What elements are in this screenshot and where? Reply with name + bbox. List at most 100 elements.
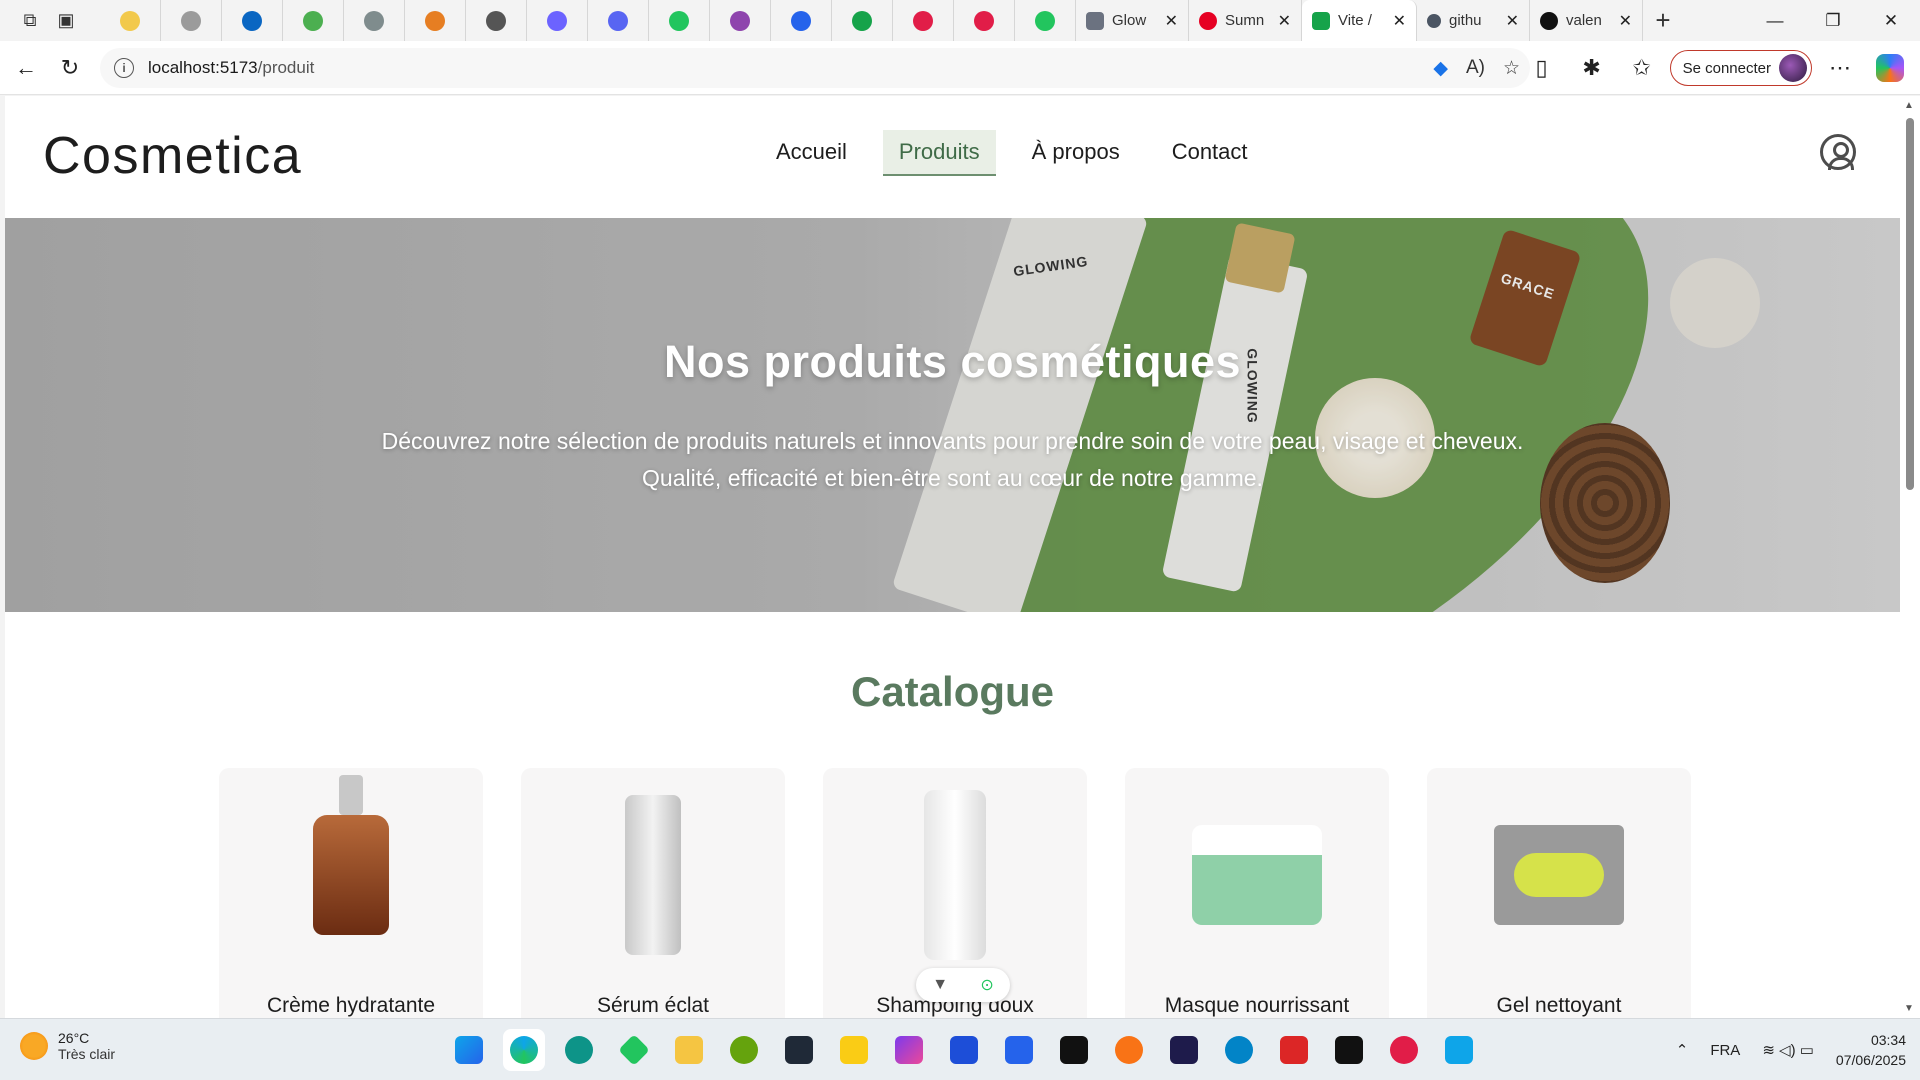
url-path: /produit bbox=[257, 58, 315, 77]
weather-widget[interactable]: 26°C Très clair bbox=[20, 1030, 115, 1062]
pinned-tab[interactable] bbox=[832, 0, 893, 41]
user-account-icon[interactable] bbox=[1820, 134, 1856, 170]
tab-label: valen bbox=[1566, 12, 1602, 29]
nav-accueil[interactable]: Accueil bbox=[760, 130, 863, 176]
workspaces-icon[interactable]: ⧉ bbox=[18, 9, 42, 33]
pinned-tab[interactable] bbox=[466, 0, 527, 41]
more-menu-icon[interactable]: ⋯ bbox=[1818, 46, 1862, 90]
product-card[interactable]: Gel nettoyant bbox=[1427, 768, 1691, 1018]
product-card[interactable]: Masque nourrissant bbox=[1125, 768, 1389, 1018]
tab-1[interactable]: Sumn ✕ bbox=[1189, 0, 1302, 41]
vscode-icon[interactable] bbox=[1438, 1029, 1480, 1071]
edge-blue-icon[interactable] bbox=[1218, 1029, 1260, 1071]
new-tab-button[interactable]: + bbox=[1643, 0, 1683, 41]
pinned-tab[interactable] bbox=[283, 0, 344, 41]
inspect-target-icon[interactable]: ⊙ bbox=[980, 975, 993, 995]
pinned-tab[interactable] bbox=[527, 0, 588, 41]
scrollbar-thumb[interactable] bbox=[1906, 118, 1914, 490]
pinned-tab-favicon-icon bbox=[913, 10, 933, 31]
read-aloud-icon[interactable]: A) bbox=[1466, 57, 1485, 79]
media-app-icon[interactable] bbox=[778, 1029, 820, 1071]
split-screen-icon[interactable]: ▯ bbox=[1520, 46, 1564, 90]
close-window-icon[interactable]: ✕ bbox=[1862, 0, 1920, 41]
pinned-tab[interactable] bbox=[710, 0, 771, 41]
start-icon[interactable] bbox=[448, 1029, 490, 1071]
pinned-tab[interactable] bbox=[344, 0, 405, 41]
hero-banner: GLOWING GLOWING GRACE Nos produits cosmé… bbox=[5, 218, 1900, 612]
clock[interactable]: 03:34 07/06/2025 bbox=[1836, 1030, 1906, 1070]
cloud-app-icon[interactable] bbox=[723, 1029, 765, 1071]
refresh-icon[interactable]: ↻ bbox=[48, 46, 92, 90]
minimize-icon[interactable]: — bbox=[1746, 0, 1804, 41]
site-info-icon[interactable]: i bbox=[114, 58, 134, 78]
pinned-tab[interactable] bbox=[100, 0, 161, 41]
back-icon[interactable]: ← bbox=[4, 46, 48, 90]
page-scrollbar[interactable]: ▲ ▼ bbox=[1900, 96, 1920, 1018]
pinned-tab-favicon-icon bbox=[364, 10, 384, 31]
close-icon[interactable]: ✕ bbox=[1619, 11, 1632, 31]
vite-devtools-toolbar: ▼ ⊙ bbox=[916, 968, 1010, 1002]
favorites-icon[interactable]: ✩ bbox=[1620, 46, 1664, 90]
todo-icon[interactable] bbox=[998, 1029, 1040, 1071]
tab-0[interactable]: Glow ✕ bbox=[1076, 0, 1189, 41]
pinned-tab[interactable] bbox=[588, 0, 649, 41]
favorite-star-icon[interactable]: ☆ bbox=[1503, 57, 1520, 80]
pinned-tab[interactable] bbox=[893, 0, 954, 41]
vue-logo-icon[interactable]: ▼ bbox=[932, 976, 948, 994]
edge-icon[interactable] bbox=[503, 1029, 545, 1071]
product-card[interactable]: Sérum éclat bbox=[521, 768, 785, 1018]
swift-app-icon[interactable] bbox=[1108, 1029, 1150, 1071]
pinned-tab-favicon-icon bbox=[852, 10, 872, 31]
tab-3[interactable]: githu ✕ bbox=[1417, 0, 1530, 41]
close-icon[interactable]: ✕ bbox=[1393, 11, 1406, 31]
affinity-icon[interactable] bbox=[1163, 1029, 1205, 1071]
tab-label: Sumn bbox=[1225, 12, 1265, 29]
nav-contact[interactable]: Contact bbox=[1156, 130, 1264, 176]
pinned-tab[interactable] bbox=[1015, 0, 1076, 41]
copilot-icon[interactable] bbox=[1868, 46, 1912, 90]
site-logo[interactable]: Cosmetica bbox=[43, 126, 302, 186]
pinned-tab[interactable] bbox=[649, 0, 710, 41]
tab-actions-icon[interactable]: ▣ bbox=[54, 9, 78, 33]
pinned-tab[interactable] bbox=[161, 0, 222, 41]
opera-icon[interactable] bbox=[1383, 1029, 1425, 1071]
app-diamond-icon[interactable] bbox=[613, 1029, 655, 1071]
nav-produits[interactable]: Produits bbox=[882, 130, 996, 176]
pinned-tab[interactable] bbox=[222, 0, 283, 41]
tray-expand-icon[interactable]: ⌃ bbox=[1676, 1041, 1689, 1059]
pinned-tab[interactable] bbox=[405, 0, 466, 41]
figma-icon[interactable] bbox=[1053, 1029, 1095, 1071]
pinned-tab-favicon-icon bbox=[425, 10, 445, 31]
product-name: Crème hydratante bbox=[266, 994, 436, 1017]
wps-office-icon[interactable] bbox=[1273, 1029, 1315, 1071]
sign-in-button[interactable]: Se connecter bbox=[1669, 50, 1812, 86]
tab-2-active[interactable]: Vite / ✕ bbox=[1302, 0, 1417, 41]
language-indicator[interactable]: FRA bbox=[1710, 1042, 1740, 1059]
nav-a-propos[interactable]: À propos bbox=[1016, 130, 1136, 176]
hero-description: Découvrez notre sélection de produits na… bbox=[5, 423, 1900, 497]
restore-icon[interactable]: ❐ bbox=[1804, 0, 1862, 41]
url-text[interactable]: localhost:5173/produit bbox=[148, 58, 314, 78]
address-bar[interactable]: i localhost:5173/produit ◆ A) ☆ bbox=[100, 48, 1530, 88]
miro-icon[interactable] bbox=[833, 1029, 875, 1071]
tab-4[interactable]: valen ✕ bbox=[1530, 0, 1643, 41]
scroll-up-icon[interactable]: ▲ bbox=[1904, 100, 1914, 111]
scroll-down-icon[interactable]: ▼ bbox=[1904, 1003, 1914, 1014]
pinned-tab[interactable] bbox=[771, 0, 832, 41]
file-explorer-icon[interactable] bbox=[668, 1029, 710, 1071]
webstorm-icon[interactable] bbox=[1328, 1029, 1370, 1071]
kotlin-icon[interactable] bbox=[888, 1029, 930, 1071]
close-icon[interactable]: ✕ bbox=[1165, 11, 1178, 31]
shopping-tag-icon[interactable]: ◆ bbox=[1433, 57, 1448, 80]
whiteboard-icon[interactable] bbox=[943, 1029, 985, 1071]
wifi-icon[interactable]: ≋ ◁) ▭ bbox=[1762, 1041, 1814, 1059]
product-name: Sérum éclat bbox=[596, 994, 710, 1017]
extensions-icon[interactable]: ✱ bbox=[1570, 46, 1614, 90]
close-icon[interactable]: ✕ bbox=[1506, 11, 1519, 31]
close-icon[interactable]: ✕ bbox=[1278, 11, 1291, 31]
pinned-tab[interactable] bbox=[954, 0, 1015, 41]
catalogue-title: Catalogue bbox=[850, 668, 1055, 715]
edge-dev-icon[interactable] bbox=[558, 1029, 600, 1071]
product-card[interactable]: Crème hydratante bbox=[219, 768, 483, 1018]
hero-overlay bbox=[5, 218, 1900, 612]
